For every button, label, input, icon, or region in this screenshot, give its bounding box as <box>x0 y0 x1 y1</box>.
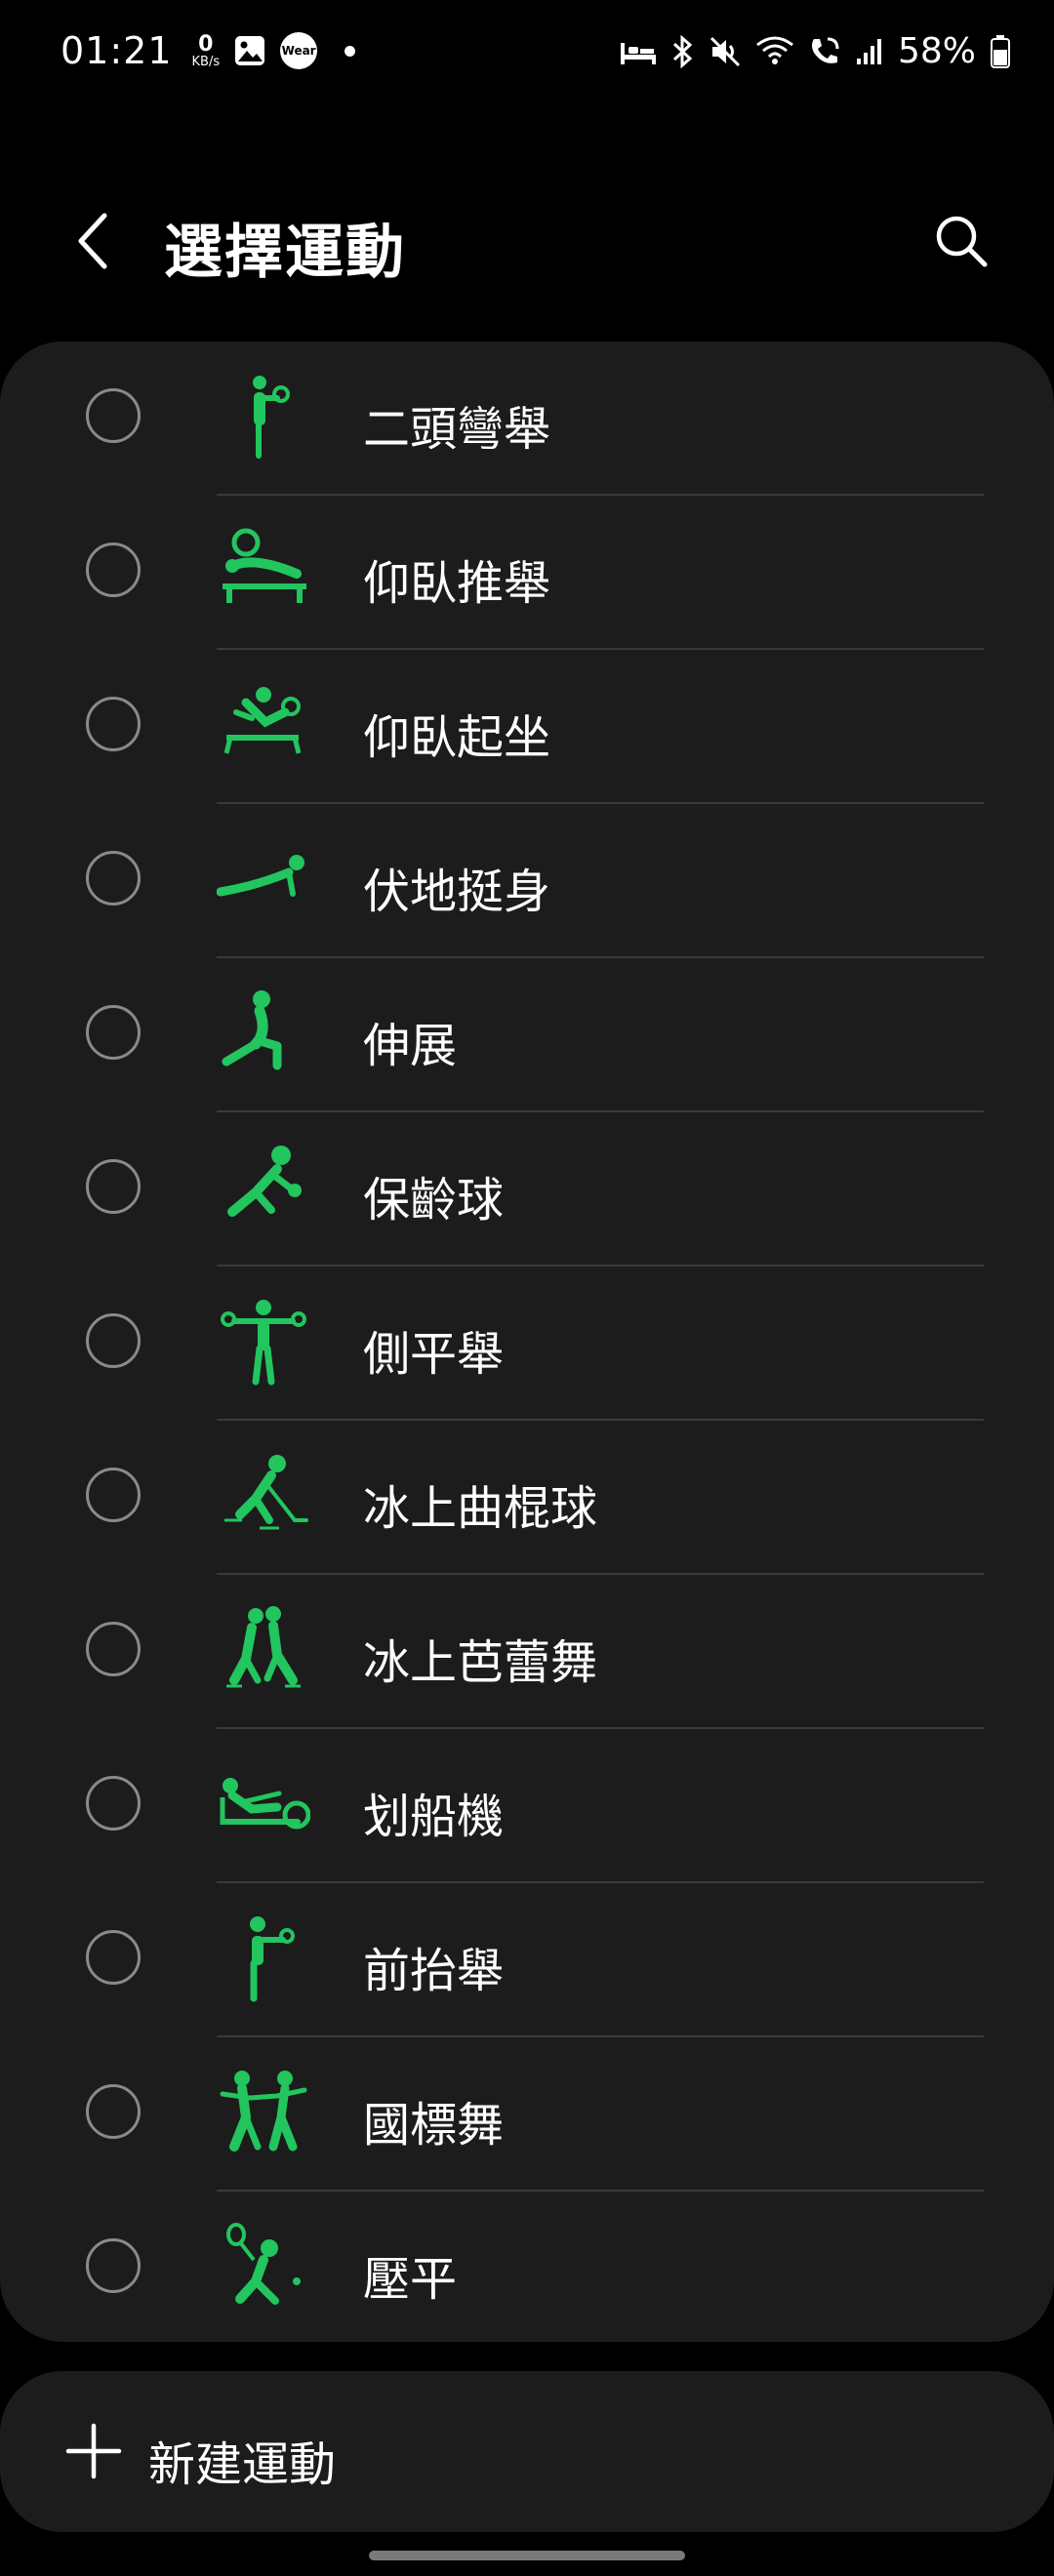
battery-percent: 58% <box>897 31 976 71</box>
status-right: 58% <box>619 31 1011 71</box>
status-bar: 01:21 0 KB/s Wear 58% <box>0 0 1054 109</box>
bowling-icon <box>227 1146 302 1217</box>
exercise-list-item[interactable]: 國標舞 <box>0 2037 1054 2192</box>
exercise-list-item[interactable]: 冰上芭蕾舞 <box>0 1575 1054 1729</box>
exercise-radio[interactable] <box>86 1159 141 1214</box>
chevron-left-icon <box>78 213 107 269</box>
exercise-label: 划船機 <box>363 1790 505 1844</box>
home-indicator[interactable] <box>369 2551 685 2560</box>
notification-dot-icon <box>345 45 356 57</box>
exercise-list-item[interactable]: 划船機 <box>0 1729 1054 1883</box>
rowing-machine-icon <box>220 1778 310 1830</box>
ballroom-dance-icon <box>220 2071 307 2152</box>
volte-call-icon <box>808 35 841 68</box>
squash-icon <box>226 2223 301 2305</box>
exercise-list-item[interactable]: 壓平 <box>0 2192 1054 2342</box>
exercise-list: 二頭彎舉仰臥推舉仰臥起坐伏地挺身伸展保齡球側平舉冰上曲棍球冰上芭蕾舞划船機前抬舉… <box>0 342 1054 2342</box>
exercise-list-item[interactable]: 伸展 <box>0 958 1054 1112</box>
exercise-radio[interactable] <box>86 1930 141 1985</box>
exercise-label: 保齡球 <box>363 1173 505 1228</box>
biceps-curl-icon <box>253 376 290 459</box>
figure-skating-icon <box>226 1606 301 1688</box>
network-speed-unit: KB/s <box>191 54 221 69</box>
exercise-radio[interactable] <box>86 388 141 443</box>
plus-icon <box>65 2423 122 2479</box>
exercise-label: 側平舉 <box>363 1327 505 1382</box>
network-speed: 0 KB/s <box>191 31 221 69</box>
exercise-radio[interactable] <box>86 1776 141 1831</box>
status-time: 01:21 <box>61 29 173 72</box>
exercise-list-item[interactable]: 冰上曲棍球 <box>0 1421 1054 1575</box>
search-button[interactable] <box>917 197 1005 285</box>
exercise-radio[interactable] <box>86 2084 141 2139</box>
exercise-radio[interactable] <box>86 1468 141 1522</box>
exercise-list-item[interactable]: 前抬舉 <box>0 1883 1054 2037</box>
sit-up-icon <box>223 687 302 754</box>
bluetooth-icon <box>671 34 695 68</box>
mute-icon <box>709 35 742 68</box>
exercise-list-item[interactable]: 二頭彎舉 <box>0 342 1054 496</box>
page-title: 選擇運動 <box>164 219 406 287</box>
exercise-radio[interactable] <box>86 1313 141 1368</box>
add-exercise-button[interactable]: 新建運動 <box>0 2371 1054 2532</box>
exercise-label: 伏地挺身 <box>363 865 551 919</box>
exercise-radio[interactable] <box>86 697 141 751</box>
exercise-label: 國標舞 <box>363 2098 505 2153</box>
wear-icon: Wear <box>280 32 318 69</box>
exercise-list-item[interactable]: 伏地挺身 <box>0 804 1054 958</box>
exercise-label: 仰臥推舉 <box>363 556 551 611</box>
lateral-raise-icon <box>221 1300 306 1386</box>
exercise-label: 壓平 <box>363 2252 458 2307</box>
network-speed-value: 0 <box>198 31 214 57</box>
back-button[interactable] <box>59 197 127 285</box>
exercise-label: 仰臥起坐 <box>363 710 551 765</box>
exercise-label: 前抬舉 <box>363 1944 505 1998</box>
exercise-radio[interactable] <box>86 2238 141 2293</box>
app-header: 選擇運動 <box>0 185 1054 293</box>
exercise-label: 二頭彎舉 <box>363 402 551 457</box>
exercise-list-item[interactable]: 仰臥起坐 <box>0 650 1054 804</box>
add-exercise-label: 新建運動 <box>148 2437 337 2492</box>
status-left: 01:21 0 KB/s Wear <box>61 29 356 72</box>
exercise-list-item[interactable]: 保齡球 <box>0 1112 1054 1267</box>
gallery-icon <box>233 34 266 67</box>
ice-hockey-icon <box>224 1455 308 1530</box>
exercise-radio[interactable] <box>86 851 141 906</box>
stretching-icon <box>222 990 282 1070</box>
signal-icon <box>855 37 884 66</box>
exercise-radio[interactable] <box>86 543 141 597</box>
wifi-calling-icon <box>755 35 794 68</box>
battery-icon <box>990 34 1011 69</box>
exercise-radio[interactable] <box>86 1622 141 1676</box>
exercise-list-item[interactable]: 仰臥推舉 <box>0 496 1054 650</box>
bench-press-icon <box>223 528 306 603</box>
exercise-radio[interactable] <box>86 1005 141 1060</box>
exercise-label: 冰上芭蕾舞 <box>363 1635 598 1690</box>
push-up-icon <box>217 855 304 897</box>
sleep-mode-icon <box>619 37 658 66</box>
front-raise-icon <box>250 1916 295 2002</box>
exercise-label: 冰上曲棍球 <box>363 1481 598 1536</box>
exercise-label: 伸展 <box>363 1019 458 1073</box>
exercise-list-item[interactable]: 側平舉 <box>0 1267 1054 1421</box>
search-icon <box>936 216 988 267</box>
